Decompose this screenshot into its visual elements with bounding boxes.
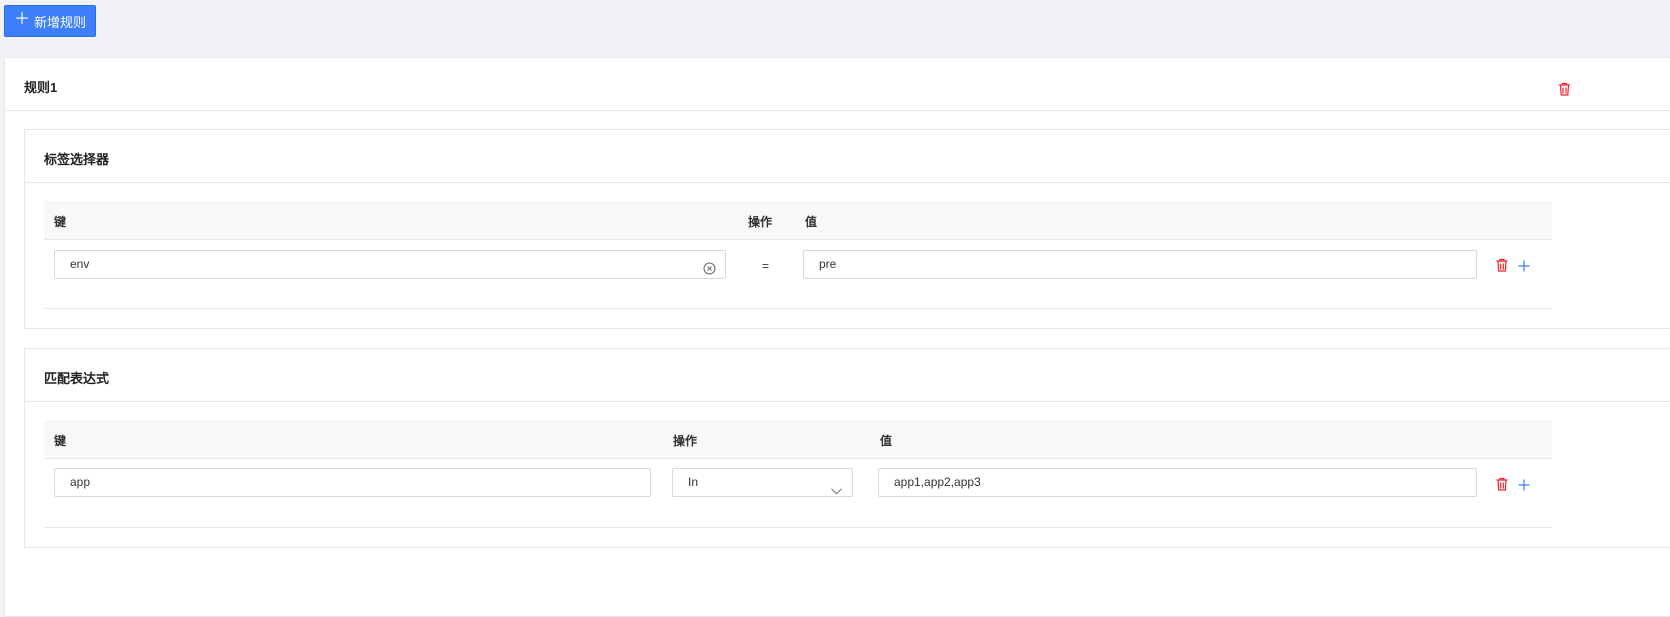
column-header-op: 操作 [673,434,698,448]
value-text: pre [819,257,837,271]
operator-select[interactable]: In [672,468,853,497]
section-title: 匹配表达式 [44,371,110,386]
operator-selected: In [688,475,699,489]
rule-card: 规则1 标签选择器 键 操作 值 env = pre 匹配表达式 键 操作 值 … [4,57,1670,617]
match-expressions-table: 键 操作 值 app In app1,app2,app3 [44,420,1552,528]
plus-icon: ＋ [13,11,30,28]
column-header-value: 值 [805,215,818,229]
label-selector-table: 键 操作 值 env = pre [44,201,1552,309]
key-value: env [70,257,90,271]
add-rule-button[interactable]: ＋ 新增规则 [4,5,96,37]
key-input[interactable]: env [54,250,726,279]
rule-header: 规则1 [5,58,1670,111]
column-header-value: 值 [880,434,893,448]
operator-text: = [762,259,770,273]
value-text: app1,app2,app3 [894,475,981,489]
rule-title: 规则1 [24,80,58,95]
section-header: 匹配表达式 [25,349,1670,402]
chevron-down-icon [831,478,842,505]
clear-icon[interactable] [703,258,716,285]
column-header-key: 键 [54,215,67,229]
row-divider [44,527,1552,528]
key-value: app [70,475,91,489]
trash-icon[interactable] [1558,82,1571,101]
match-expressions-section: 匹配表达式 键 操作 值 app In app1,app2,app3 [24,348,1670,548]
plus-icon[interactable] [1518,478,1530,496]
value-input[interactable]: app1,app2,app3 [878,468,1477,497]
trash-icon[interactable] [1496,258,1508,277]
table-header: 键 操作 值 [44,201,1552,240]
add-rule-label: 新增规则 [34,14,87,30]
label-selector-section: 标签选择器 键 操作 值 env = pre [24,129,1670,329]
trash-icon[interactable] [1496,477,1508,496]
section-header: 标签选择器 [25,130,1670,183]
plus-icon[interactable] [1518,259,1530,277]
key-input[interactable]: app [54,468,651,497]
row-divider [44,308,1552,309]
section-title: 标签选择器 [44,152,110,167]
column-header-op: 操作 [748,215,773,229]
column-header-key: 键 [54,434,67,448]
value-input[interactable]: pre [803,250,1477,279]
table-header: 键 操作 值 [44,420,1552,459]
